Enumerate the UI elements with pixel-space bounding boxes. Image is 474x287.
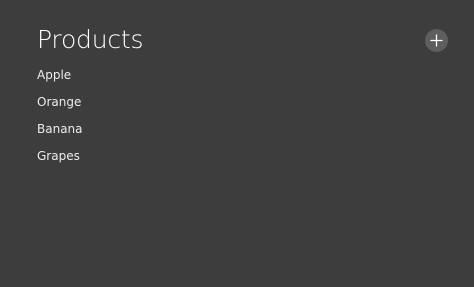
- list-item-apple[interactable]: Apple: [37, 64, 83, 91]
- product-list: Apple Orange Banana Grapes: [37, 64, 83, 172]
- list-item-orange[interactable]: Orange: [37, 91, 83, 118]
- list-item-banana[interactable]: Banana: [37, 118, 83, 145]
- add-product-button[interactable]: [425, 29, 448, 52]
- page-title: Products: [37, 25, 144, 54]
- list-item-grapes[interactable]: Grapes: [37, 145, 83, 172]
- plus-icon: [430, 34, 443, 47]
